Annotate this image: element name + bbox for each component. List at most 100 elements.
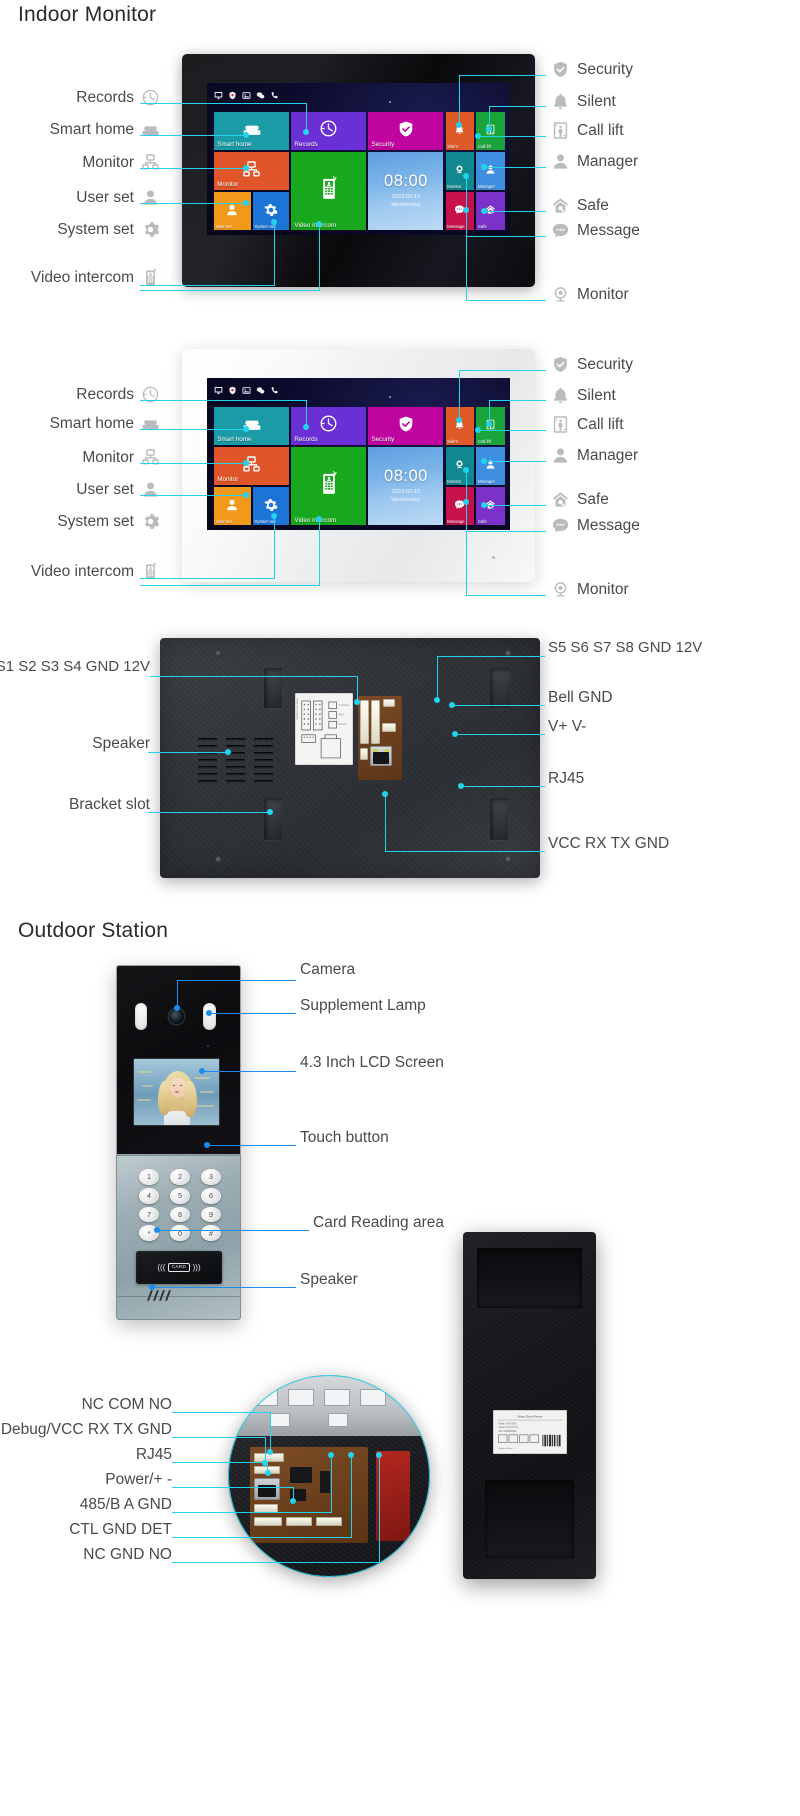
key-hash[interactable]: # [201, 1225, 221, 1241]
leader-line [385, 851, 545, 853]
svg-text:Reference area: Reference area [296, 698, 299, 720]
callout-nc-gnd-no: NC GND NO [83, 1546, 172, 1563]
callout-smart-home-left-1: Smart home [0, 120, 160, 139]
display-icon [214, 91, 223, 100]
leader-dot [463, 173, 469, 179]
key-6[interactable]: 6 [201, 1187, 221, 1204]
tile-label: Manager [477, 183, 495, 189]
tile-label: Silent [447, 143, 458, 149]
callout-monitor-right-2: Monitor [551, 580, 629, 599]
callout-ctl-gnd-det: CTL GND DET [69, 1521, 172, 1538]
tile-manager[interactable]: Manager [476, 152, 506, 191]
tile-video-intercom[interactable]: Video intercom [291, 152, 367, 231]
tile-system-set[interactable]: System set [252, 487, 290, 526]
key-3[interactable]: 3 [201, 1169, 221, 1185]
key-7[interactable]: 7 [139, 1206, 159, 1223]
leader-line [484, 167, 546, 169]
person-icon [551, 446, 570, 465]
tile-security[interactable]: Security [368, 111, 444, 150]
leader-line [177, 980, 296, 982]
leader-line [177, 980, 179, 1008]
tile-label: Message [447, 519, 465, 525]
leader-line [172, 1437, 266, 1439]
leader-line [140, 103, 307, 105]
shield-icon [228, 91, 237, 100]
leader-line [461, 786, 545, 788]
leader-line [478, 136, 546, 138]
leader-line [478, 430, 546, 432]
tile-label: Smart home [217, 141, 252, 149]
callout-video-intercom-left-1: Video intercom [0, 268, 160, 287]
shield-check-icon [551, 355, 570, 374]
handset-icon [319, 470, 339, 496]
callout-video-intercom-left-2: Video intercom [0, 562, 160, 581]
leader-dot [449, 702, 455, 708]
leader-dot [199, 1068, 205, 1074]
leader-line [140, 495, 246, 497]
bracket-slot-bottom-right [490, 798, 508, 840]
callout-bell-gnd: Bell GND [548, 689, 613, 706]
leader-line [148, 752, 228, 754]
leader-dot [225, 749, 231, 755]
tile-monitor[interactable]: Monitor [214, 152, 290, 191]
key-0[interactable]: 0 [170, 1225, 190, 1241]
leader-line [140, 285, 275, 287]
bell-icon [551, 386, 570, 405]
key-1[interactable]: 1 [139, 1169, 159, 1185]
leader-dot [452, 731, 458, 737]
svg-text:Power: DC 12V 1A: Power: DC 12V 1A [499, 1426, 519, 1429]
leader-line [484, 461, 546, 463]
outdoor-station-front: 1 2 3 4 5 6 7 8 9 * 0 # ((( CARD ))) [116, 965, 241, 1320]
leader-dot [243, 492, 249, 498]
key-9[interactable]: 9 [201, 1206, 221, 1223]
tile-user-set[interactable]: User set [214, 192, 251, 231]
key-8[interactable]: 8 [170, 1206, 190, 1223]
tile-label: Monitor [217, 476, 239, 484]
tile-monitor-camera[interactable]: Monitor [445, 152, 475, 191]
leader-line [319, 519, 321, 585]
key-5[interactable]: 5 [170, 1187, 190, 1204]
screw [215, 650, 222, 657]
callout-v-plus-minus: V+ V- [548, 718, 587, 735]
svg-text:Model: XXX-0000: Model: XXX-0000 [499, 1423, 518, 1425]
tile-monitor[interactable]: Monitor [214, 447, 290, 486]
leader-line [140, 290, 320, 292]
leader-line [484, 211, 546, 213]
leader-dot [456, 122, 462, 128]
leader-line [459, 370, 546, 372]
tile-manager[interactable]: Manager [476, 447, 506, 486]
key-4[interactable]: 4 [139, 1187, 159, 1204]
camera-lens [169, 1009, 184, 1024]
tile-smart-home[interactable]: Smart home [214, 111, 290, 150]
tile-label: Message [447, 224, 465, 230]
tile-message[interactable]: Message [445, 487, 475, 526]
callout-485: 485/B A GND [79, 1496, 172, 1513]
bell-icon [551, 92, 570, 111]
svg-text:Power: Power [338, 722, 347, 726]
tile-label: Security [371, 141, 395, 149]
leader-dot [481, 164, 487, 170]
leader-line [274, 516, 276, 578]
leader-dot [267, 1449, 273, 1455]
leader-line [140, 168, 246, 170]
outdoor-station-bottom-panel: 1 2 3 4 5 6 7 8 9 * 0 # ((( CARD ))) [116, 1155, 241, 1320]
callout-card-reading-area: Card Reading area [313, 1214, 444, 1231]
tile-security[interactable]: Security [368, 406, 444, 445]
svg-text:485: 485 [338, 712, 343, 716]
callout-vcc-rx-tx-gnd: VCC RX TX GND [548, 835, 670, 852]
tile-message[interactable]: Message [445, 192, 475, 231]
card-reading-area[interactable]: ((( CARD ))) [136, 1251, 222, 1284]
callout-security-right-2: Security [551, 355, 633, 374]
screen-tile-grid: Smart home Records Security Silent Call … [214, 111, 506, 231]
svg-text:Video Door Phone: Video Door Phone [518, 1415, 543, 1419]
tile-video-intercom[interactable]: Video intercom [291, 447, 367, 526]
tile-system-set[interactable]: System set [252, 192, 290, 231]
key-2[interactable]: 2 [170, 1169, 190, 1185]
display-icon [214, 386, 223, 395]
tile-monitor-camera[interactable]: Monitor [445, 447, 475, 486]
tile-smart-home[interactable]: Smart home [214, 406, 290, 445]
terminal-block-area [358, 696, 402, 780]
gear-icon [141, 512, 160, 531]
leader-line [172, 1537, 352, 1539]
leader-dot [316, 221, 322, 227]
